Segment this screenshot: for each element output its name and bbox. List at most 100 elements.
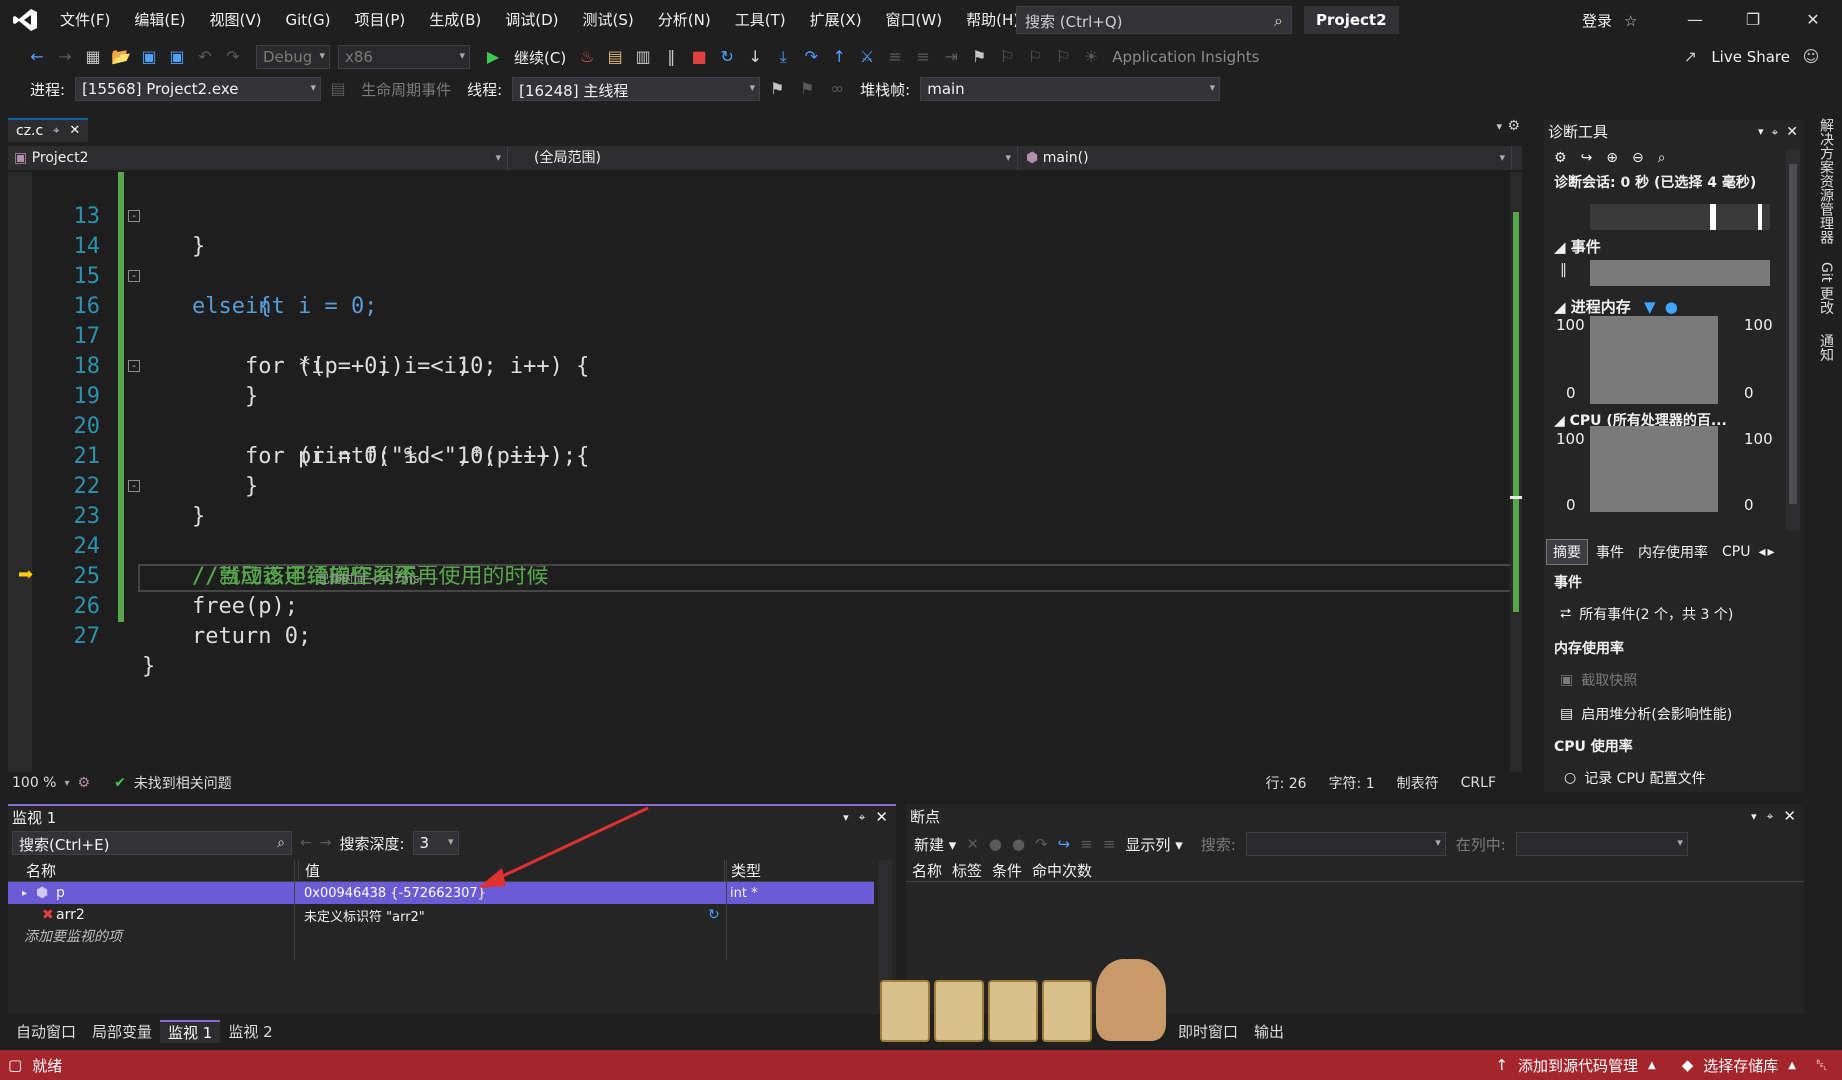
menu-analyze[interactable]: 分析(N) xyxy=(646,0,723,40)
tab-dropdown-icon[interactable]: ▾ xyxy=(1496,120,1502,133)
step-over-icon[interactable]: ↷ xyxy=(798,44,824,70)
save-icon[interactable]: ▣ xyxy=(136,44,162,70)
diagnostic-icon[interactable]: ⚔ xyxy=(854,44,880,70)
events-section[interactable]: ◢ 事件 xyxy=(1554,236,1601,257)
next-bookmark-icon[interactable]: ⚐ xyxy=(1022,44,1048,70)
add-watch-item[interactable]: 添加要监视的项 xyxy=(24,926,122,946)
notification-bell-icon[interactable]: ␇ xyxy=(1816,1056,1828,1074)
restore-button[interactable]: ❐ xyxy=(1730,8,1776,32)
breakpoints-dropdown-icon[interactable]: ▾ xyxy=(1751,810,1757,823)
stop-icon[interactable]: ■ xyxy=(686,44,712,70)
tab-cpu[interactable]: CPU xyxy=(1716,542,1756,562)
bp-col-hitcount[interactable]: 命中次数 xyxy=(1032,860,1092,881)
refresh-icon[interactable]: ↻ xyxy=(708,907,724,923)
pause-events-icon[interactable]: ‖ xyxy=(1560,262,1567,278)
expand-icon[interactable]: ▸ xyxy=(8,888,36,899)
breakpoints-pin-icon[interactable]: ⌖ xyxy=(1767,809,1774,824)
login-button[interactable]: 登录 ☆ xyxy=(1582,10,1637,31)
pause-icon[interactable]: ‖ xyxy=(658,44,684,70)
col-name[interactable]: 名称 xyxy=(8,860,298,881)
bp-col-name[interactable]: 名称 xyxy=(912,860,952,881)
continue-button[interactable]: 继续(C) xyxy=(508,47,572,68)
export-icon[interactable]: ↷ xyxy=(1035,835,1048,853)
notifications-tab[interactable]: 通知 xyxy=(1818,334,1834,362)
delete-all-icon[interactable]: ● xyxy=(989,835,1002,853)
bp-col-condition[interactable]: 条件 xyxy=(992,860,1032,881)
menu-tools[interactable]: 工具(T) xyxy=(723,0,798,40)
zoom-dropdown-icon[interactable]: ▾ xyxy=(64,778,69,789)
back-icon[interactable]: ← xyxy=(24,44,50,70)
fold-toggle-icon[interactable]: - xyxy=(128,480,140,492)
project-scope-select[interactable]: ▣ Project2 ▾ xyxy=(8,146,508,170)
process-memory-section[interactable]: ◢ 进程内存 ▼ ● xyxy=(1554,296,1678,317)
step-into-icon[interactable]: ⤓ xyxy=(770,44,796,70)
undo-icon[interactable]: ↶ xyxy=(192,44,218,70)
diag-dropdown-icon[interactable]: ▾ xyxy=(1758,120,1764,144)
tab-scroll-left-icon[interactable]: ◂ xyxy=(1758,544,1765,560)
redo-icon[interactable]: ↷ xyxy=(220,44,246,70)
tab-watch-1[interactable]: 监视 1 xyxy=(160,1019,221,1043)
clear-bookmarks-icon[interactable]: ⚐ xyxy=(1050,44,1076,70)
menu-view[interactable]: 视图(V) xyxy=(198,0,274,40)
close-window-button[interactable]: ✕ xyxy=(1790,8,1836,32)
menu-git[interactable]: Git(G) xyxy=(274,0,343,40)
tab-summary[interactable]: 摘要 xyxy=(1546,539,1588,565)
global-scope-select[interactable]: (全局范围) ▾ xyxy=(528,146,1018,170)
tab-watch-2[interactable]: 监视 2 xyxy=(220,1021,280,1042)
minimize-button[interactable]: — xyxy=(1672,8,1718,32)
menu-test[interactable]: 测试(S) xyxy=(571,0,646,40)
line-ending[interactable]: CRLF xyxy=(1461,775,1496,791)
watch-row-arr2[interactable]: ✖ arr2 未定义标识符 "arr2" ↻ xyxy=(8,904,874,926)
reset-zoom-icon[interactable]: ⌕ xyxy=(1658,150,1666,166)
bp-col-label[interactable]: 标签 xyxy=(952,860,992,881)
diag-pin-icon[interactable]: ⌖ xyxy=(1772,120,1779,144)
menu-project[interactable]: 项目(P) xyxy=(343,0,418,40)
go-to-disassembly-icon[interactable]: ≡ xyxy=(1080,835,1093,853)
menu-debug[interactable]: 调试(D) xyxy=(493,0,570,40)
platform-select[interactable]: x86 ▾ xyxy=(338,45,470,69)
pin-icon[interactable]: ⌖ xyxy=(53,119,59,143)
enable-heap-profiling-button[interactable]: ▤ 启用堆分析(会影响性能) xyxy=(1560,704,1732,724)
live-share-button[interactable]: Live Share xyxy=(1705,48,1796,66)
new-item-icon[interactable]: ▦ xyxy=(80,44,106,70)
columns-icon[interactable]: ≡ xyxy=(1103,835,1116,853)
flag-all-icon[interactable]: ⚑ xyxy=(794,76,820,102)
prev-bookmark-icon[interactable]: ⚐ xyxy=(994,44,1020,70)
lifecycle-events-button[interactable]: 生命周期事件 xyxy=(355,79,457,100)
continue-play-icon[interactable]: ▶ xyxy=(480,44,506,70)
select-repository-button[interactable]: 选择存储库 xyxy=(1703,1055,1778,1076)
zoom-level-select[interactable]: 100 % xyxy=(12,775,56,791)
watch-dropdown-icon[interactable]: ▾ xyxy=(843,811,849,824)
tab-output[interactable]: 输出 xyxy=(1246,1021,1292,1042)
go-to-source-icon[interactable]: ↪ xyxy=(1058,835,1071,853)
delete-breakpoint-icon[interactable]: ✕ xyxy=(966,835,979,853)
fold-toggle-icon[interactable]: - xyxy=(128,270,140,282)
watch-row-p[interactable]: ▸ ⬢ p 0x00946438 {-572662307} int * xyxy=(8,882,874,904)
new-breakpoint-button[interactable]: 新建 ▾ xyxy=(914,834,956,855)
process-select[interactable]: [15568] Project2.exe ▾ xyxy=(75,77,322,101)
step-out-icon[interactable]: ↑ xyxy=(826,44,852,70)
zoom-in-icon[interactable]: ⊕ xyxy=(1606,150,1618,166)
tab-locals[interactable]: 局部变量 xyxy=(84,1021,160,1042)
save-all-icon[interactable]: ▣ xyxy=(164,44,190,70)
git-changes-tab[interactable]: Git 更改 xyxy=(1818,262,1834,315)
solution-explorer-tab[interactable]: 解决方案资源管理器 xyxy=(1818,118,1834,244)
bookmark-icon[interactable]: ⚑ xyxy=(966,44,992,70)
project-name-badge[interactable]: Project2 xyxy=(1304,6,1399,34)
restart-icon[interactable]: ↻ xyxy=(714,44,740,70)
global-search-input[interactable]: 搜索 (Ctrl+Q) ⌕ xyxy=(1016,6,1292,34)
indent-icon[interactable]: ⇥ xyxy=(938,44,964,70)
stack-frame-select[interactable]: main ▾ xyxy=(920,77,1221,101)
menu-extensions[interactable]: 扩展(X) xyxy=(798,0,874,40)
show-columns-button[interactable]: 显示列 ▾ xyxy=(1125,834,1182,855)
application-insights-button[interactable]: Application Insights xyxy=(1106,48,1265,66)
tab-events[interactable]: 事件 xyxy=(1590,540,1630,564)
no-issues-text[interactable]: 未找到相关问题 xyxy=(134,773,232,793)
process-icon[interactable]: ▤ xyxy=(602,44,628,70)
stack-frame-icon[interactable]: ▥ xyxy=(630,44,656,70)
comment-icon[interactable]: ≡ xyxy=(882,44,908,70)
timeline-ruler[interactable] xyxy=(1590,204,1770,230)
open-folder-icon[interactable]: 📂 xyxy=(108,44,134,70)
code-editor[interactable]: 13 } 14 - else { 15 int i = 0; 16 - for … xyxy=(8,172,1522,772)
flag-thread-icon[interactable]: ⚑ xyxy=(764,76,790,102)
